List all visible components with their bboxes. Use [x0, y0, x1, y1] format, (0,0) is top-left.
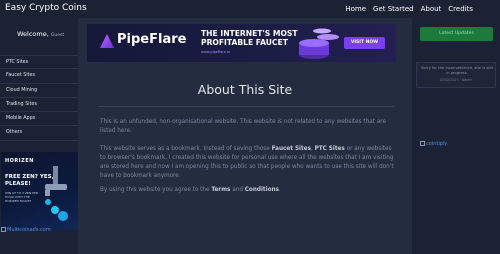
guest-label: Guest [50, 33, 65, 38]
welcome-label: Welcome, [17, 30, 49, 38]
site-brand[interactable]: Easy Crypto Coins [5, 3, 87, 13]
update-notice-card: Sorry for the inconvenience, site is sti… [416, 62, 496, 88]
pipeflare-logo-icon [100, 34, 114, 48]
nav-credits[interactable]: Credits [448, 5, 473, 13]
title-divider [99, 106, 395, 107]
faucet-illustration [45, 166, 68, 221]
nav-about[interactable]: About [421, 5, 442, 13]
broken-image-icon [1, 227, 6, 232]
sidebar-item-trading-sites[interactable]: Trading Sites [0, 98, 78, 113]
main-nav: Home Get Started About Credits [345, 5, 473, 13]
page-title: About This Site [197, 82, 293, 97]
sidebar-item-cloud-mining[interactable]: Cloud Mining [0, 84, 78, 98]
sidebar-item-faucet-sites[interactable]: Faucet Sites [0, 69, 78, 84]
visit-now-button[interactable]: VISIT NOW [344, 37, 385, 49]
sidebar-item-mobile-apps[interactable]: Mobile Apps [0, 112, 78, 127]
pipeflare-headline: THE INTERNET'S MOST PROFITABLE FAUCET [201, 29, 298, 47]
broken-image-icon [420, 141, 425, 146]
cointiply-image-link[interactable]: cointiply [420, 141, 447, 147]
pipeflare-ad-banner[interactable]: PipeFlare THE INTERNET'S MOST PROFITABLE… [87, 24, 396, 62]
para3-text-c: and [230, 187, 245, 193]
horizen-ad-banner[interactable]: HORIZEN FREE ZEN? YES, PLEASE! WIN UP TO… [1, 152, 78, 230]
right-sidebar: Latest Updates Sorry for the inconvenien… [412, 18, 500, 254]
terms-link[interactable]: Terms [211, 187, 230, 193]
about-paragraph-3: By using this website you agree to the T… [100, 186, 396, 195]
pipeflare-brand: PipeFlare [117, 32, 187, 47]
sidebar-menu: PTC Sites Faucet Sites Cloud Mining Trad… [0, 55, 78, 141]
multicoinads-alt: Multicoinads.com [7, 227, 51, 233]
main-content: PipeFlare THE INTERNET'S MOST PROFITABLE… [78, 18, 412, 254]
update-notice-date: 02/02/2023 · Admin [439, 78, 473, 82]
multicoinads-image-link[interactable]: Multicoinads.com [1, 227, 51, 233]
conditions-link[interactable]: Conditions [245, 187, 279, 193]
nav-get-started[interactable]: Get Started [373, 5, 414, 13]
cointiply-alt: cointiply [426, 141, 448, 147]
about-paragraph-2: This website serves as a bookmark. Inste… [100, 145, 396, 181]
latest-updates-button[interactable]: Latest Updates [420, 27, 493, 41]
sidebar-item-ptc-sites[interactable]: PTC Sites [0, 55, 78, 70]
nav-home[interactable]: Home [345, 5, 366, 13]
para2-text-a: This website serves as a bookmark. Inste… [100, 146, 272, 152]
faucet-sites-highlight: Faucet Sites [271, 146, 311, 152]
ptc-sites-highlight: PTC Sites [314, 146, 345, 152]
horizen-subtext: WIN UP TO 2 ZEN PER HOUR WITH THE HORIZE… [5, 191, 38, 203]
pipeflare-headline-line1: THE INTERNET'S MOST [201, 29, 298, 38]
pipeflare-headline-line2: PROFITABLE FAUCET [201, 38, 288, 47]
para3-text-d: . [278, 187, 281, 193]
about-paragraph-1: This is an unfunded, non-organisational … [100, 119, 386, 134]
horizen-logo: HORIZEN [5, 158, 34, 164]
pipeflare-url: www.pipeflare.io [201, 50, 231, 54]
coin-stack-icon [299, 28, 339, 59]
top-navbar: Easy Crypto Coins Home Get Started About… [0, 0, 500, 18]
para3-text-a: By using this website you agree to the [100, 187, 212, 193]
welcome-message: Welcome, Guest [17, 30, 64, 38]
sidebar-item-others[interactable]: Others [0, 126, 78, 141]
update-notice-text: Sorry for the inconvenience, site is sti… [421, 66, 493, 75]
